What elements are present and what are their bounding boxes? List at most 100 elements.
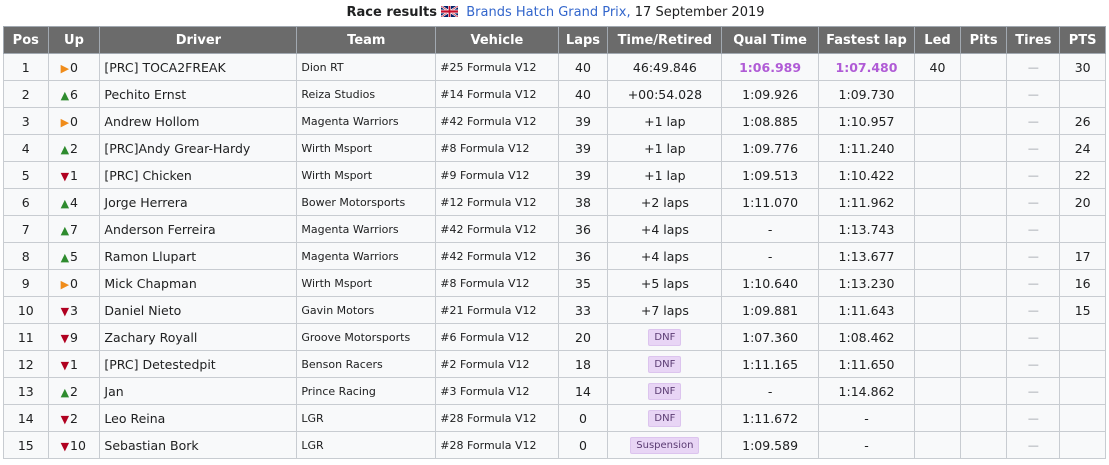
pits-cell bbox=[959, 161, 1008, 189]
pts-cell: 30 bbox=[1059, 53, 1106, 81]
fastest-lap-cell: 1:08.462 bbox=[817, 323, 916, 351]
positions-gained: 0 bbox=[70, 113, 78, 129]
driver-cell: Ramon Llupart bbox=[99, 242, 298, 270]
positions-gained: 2 bbox=[70, 383, 78, 399]
tires-cell: — bbox=[1006, 431, 1061, 459]
positions-gained: 2 bbox=[70, 140, 78, 156]
led-cell bbox=[914, 269, 961, 297]
qual-time-cell: - bbox=[721, 242, 819, 270]
driver-cell: Mick Chapman bbox=[99, 269, 298, 297]
fastest-lap-cell: 1:14.862 bbox=[817, 377, 916, 405]
time-cell: +00:54.028 bbox=[607, 80, 723, 108]
column-header-team: Team bbox=[296, 26, 437, 54]
status-badge: DNF bbox=[648, 329, 682, 346]
arrow-up-icon: ▲ bbox=[60, 142, 70, 156]
tires-cell: — bbox=[1006, 215, 1061, 243]
team-cell: Wirth Msport bbox=[296, 269, 437, 297]
led-cell: 40 bbox=[914, 53, 961, 81]
pts-cell: 20 bbox=[1059, 188, 1106, 216]
time-cell: +4 laps bbox=[607, 242, 723, 270]
team-cell: Dion RT bbox=[296, 53, 437, 81]
led-cell bbox=[914, 431, 961, 459]
column-header-time-retired: Time/Retired bbox=[607, 26, 723, 54]
tires-cell: — bbox=[1006, 323, 1061, 351]
team-cell: Reiza Studios bbox=[296, 80, 437, 108]
arrow-right-icon: ▶ bbox=[60, 277, 70, 291]
race-results-table: Pos Up Driver Team Vehicle Laps Time/Retired Qu… bbox=[3, 26, 1106, 459]
arrow-down-icon: ▼ bbox=[60, 169, 70, 183]
arrow-down-icon: ▼ bbox=[60, 304, 70, 318]
arrow-up-icon: ▲ bbox=[60, 385, 70, 399]
led-cell bbox=[914, 161, 961, 189]
positions-gained: 10 bbox=[70, 437, 86, 453]
caption-date: 17 September 2019 bbox=[634, 5, 765, 20]
pits-cell bbox=[959, 350, 1008, 378]
pos-cell: 12 bbox=[3, 350, 49, 378]
pos-cell: 10 bbox=[3, 296, 49, 324]
driver-cell: Jorge Herrera bbox=[99, 188, 298, 216]
column-header-driver: Driver bbox=[99, 26, 298, 54]
pos-cell: 11 bbox=[3, 323, 49, 351]
vehicle-cell: #9 Formula V12 bbox=[435, 161, 559, 189]
driver-cell: Jan bbox=[99, 377, 298, 405]
pos-cell: 8 bbox=[3, 242, 49, 270]
arrow-up-icon: ▲ bbox=[60, 223, 70, 237]
arrow-up-icon: ▲ bbox=[60, 250, 70, 264]
table-row: 11 ▼9 Zachary Royall Groove Motorsports #6 F… bbox=[3, 323, 1106, 351]
positions-gained: 0 bbox=[70, 275, 78, 291]
led-cell bbox=[914, 134, 961, 162]
pts-cell: 17 bbox=[1059, 242, 1106, 270]
pits-cell bbox=[959, 404, 1008, 432]
pos-cell: 14 bbox=[3, 404, 49, 432]
pts-cell bbox=[1059, 377, 1106, 405]
table-row: 4 ▲2 [PRC]Andy Grear-Hardy Wirth Msport #8 F… bbox=[3, 134, 1106, 162]
tires-cell: — bbox=[1006, 350, 1061, 378]
led-cell bbox=[914, 404, 961, 432]
vehicle-cell: #8 Formula V12 bbox=[435, 269, 559, 297]
tires-cell: — bbox=[1006, 134, 1061, 162]
column-header-pits: Pits bbox=[959, 26, 1008, 54]
qual-time-cell: 1:09.926 bbox=[721, 80, 819, 108]
driver-cell: Pechito Ernst bbox=[99, 80, 298, 108]
column-header-up: Up bbox=[47, 26, 101, 54]
led-cell bbox=[914, 188, 961, 216]
table-caption: Race results Brands Hatch Grand Prix, 17… bbox=[0, 0, 1109, 26]
vehicle-cell: #42 Formula V12 bbox=[435, 242, 559, 270]
time-cell: +2 laps bbox=[607, 188, 723, 216]
tires-cell: — bbox=[1006, 296, 1061, 324]
up-cell: ▲2 bbox=[47, 377, 101, 405]
tires-cell: — bbox=[1006, 107, 1061, 135]
table-row: 14 ▼2 Leo Reina LGR #28 Formula V12 0 DNF 1:11.… bbox=[3, 404, 1106, 432]
time-cell: +1 lap bbox=[607, 134, 723, 162]
qual-time-cell: 1:08.885 bbox=[721, 107, 819, 135]
status-badge: DNF bbox=[648, 383, 682, 400]
team-cell: Magenta Warriors bbox=[296, 215, 437, 243]
driver-cell: Zachary Royall bbox=[99, 323, 298, 351]
table-row: 2 ▲6 Pechito Ernst Reiza Studios #14 Formula… bbox=[3, 80, 1106, 108]
laps-cell: 18 bbox=[557, 350, 609, 378]
pits-cell bbox=[959, 53, 1008, 81]
uk-flag-icon bbox=[441, 6, 459, 17]
pits-cell bbox=[959, 80, 1008, 108]
positions-gained: 7 bbox=[70, 221, 78, 237]
table-row: 13 ▲2 Jan Prince Racing #3 Formula V12 14 DNF -… bbox=[3, 377, 1106, 405]
column-header-led: Led bbox=[914, 26, 961, 54]
up-cell: ▲7 bbox=[47, 215, 101, 243]
status-badge: DNF bbox=[648, 410, 682, 427]
pits-cell bbox=[959, 323, 1008, 351]
driver-cell: [PRC]Andy Grear-Hardy bbox=[99, 134, 298, 162]
table-row: 9 ▶0 Mick Chapman Wirth Msport #8 Formula V1… bbox=[3, 269, 1106, 297]
table-row: 8 ▲5 Ramon Llupart Magenta Warriors #42 Form… bbox=[3, 242, 1106, 270]
fastest-lap-cell: 1:13.230 bbox=[817, 269, 916, 297]
fastest-lap-cell: 1:09.730 bbox=[817, 80, 916, 108]
fastest-lap-cell: - bbox=[817, 431, 916, 459]
fastest-lap-cell: 1:07.480 bbox=[817, 53, 916, 81]
up-cell: ▼2 bbox=[47, 404, 101, 432]
laps-cell: 40 bbox=[557, 80, 609, 108]
qual-time-cell: 1:10.640 bbox=[721, 269, 819, 297]
event-link[interactable]: Brands Hatch Grand Prix, bbox=[466, 5, 630, 20]
positions-gained: 1 bbox=[70, 167, 78, 183]
team-cell: Prince Racing bbox=[296, 377, 437, 405]
up-cell: ▶0 bbox=[47, 107, 101, 135]
pts-cell bbox=[1059, 323, 1106, 351]
